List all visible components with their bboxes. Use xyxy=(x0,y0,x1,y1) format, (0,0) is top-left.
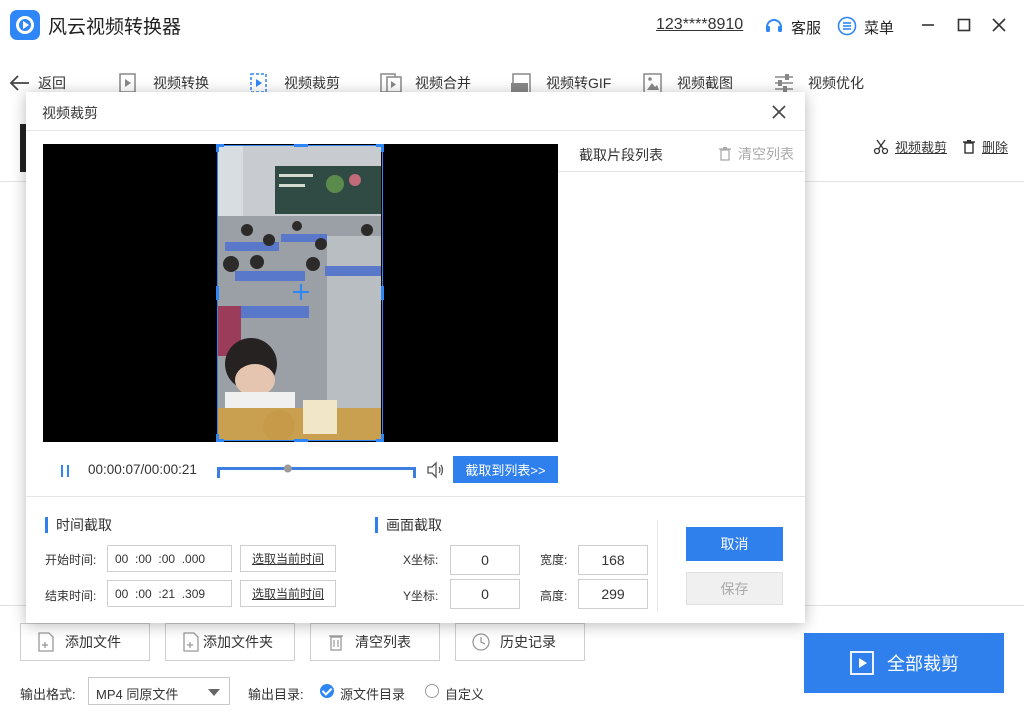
tool-label: 视频优化 xyxy=(808,75,864,91)
add-to-list-button[interactable]: 截取到列表>> xyxy=(453,456,558,483)
width-input[interactable]: 168 xyxy=(578,545,648,575)
height-input[interactable]: 299 xyxy=(578,579,648,609)
trash-icon xyxy=(719,147,731,161)
height-label: 高度: xyxy=(540,589,568,603)
clear-clip-list-label: 清空列表 xyxy=(738,146,794,162)
timeline-start-handle[interactable] xyxy=(217,467,220,478)
clock-icon xyxy=(472,633,490,651)
custom-dir-radio[interactable] xyxy=(425,684,439,698)
tool-label: 视频转GIF xyxy=(546,75,612,91)
custom-dir-label[interactable]: 自定义 xyxy=(445,684,484,703)
back-label: 返回 xyxy=(38,75,66,91)
x-coord-label: X坐标: xyxy=(403,553,439,567)
start-use-current-button[interactable]: 选取当前时间 xyxy=(240,545,336,572)
crop-handle[interactable] xyxy=(381,286,384,300)
menu-button[interactable]: 菜单 xyxy=(864,17,894,38)
start-time-input[interactable]: 00 :00 :00 .000 xyxy=(107,545,232,572)
cancel-button[interactable]: 取消 xyxy=(686,527,783,561)
add-folder-label: 添加文件夹 xyxy=(203,634,273,650)
playhead-handle[interactable] xyxy=(283,464,292,473)
crop-all-button[interactable]: 全部裁剪 xyxy=(804,633,1004,693)
dialog-title: 视频裁剪 xyxy=(42,105,98,121)
video-preview[interactable] xyxy=(43,144,558,442)
history-label: 历史记录 xyxy=(500,634,556,650)
app-logo-icon xyxy=(10,10,40,40)
chevron-down-icon xyxy=(208,689,220,696)
menu-icon[interactable] xyxy=(837,16,857,36)
time-section-title: 时间截取 xyxy=(45,517,112,533)
volume-icon[interactable] xyxy=(426,461,445,479)
add-folder-button[interactable]: 添加文件夹 xyxy=(165,623,295,661)
trash-icon xyxy=(329,635,343,651)
end-time-input[interactable]: 00 :00 :21 .309 xyxy=(107,580,232,607)
save-button[interactable]: 保存 xyxy=(686,572,783,605)
crop-handle[interactable] xyxy=(294,144,308,147)
pause-icon[interactable] xyxy=(59,464,71,478)
tool-label: 视频截图 xyxy=(677,75,733,91)
trash-icon xyxy=(963,139,975,154)
timeline-slider[interactable] xyxy=(217,462,416,486)
action-divider xyxy=(657,520,658,612)
maximize-icon[interactable] xyxy=(953,14,975,36)
add-file-icon xyxy=(38,632,54,652)
settings-divider xyxy=(26,496,805,497)
add-file-label: 添加文件 xyxy=(65,634,121,650)
timeline-end-handle[interactable] xyxy=(413,467,416,478)
crop-handle[interactable] xyxy=(376,144,384,152)
tool-label: 视频合并 xyxy=(415,75,471,91)
dialog-divider xyxy=(26,130,805,131)
crop-center-mark xyxy=(293,291,309,293)
add-folder-icon xyxy=(183,632,199,652)
row-crop-label: 视频裁剪 xyxy=(895,140,948,155)
crop-handle[interactable] xyxy=(294,439,308,442)
width-label: 宽度: xyxy=(540,553,568,567)
clear-list-label: 清空列表 xyxy=(355,634,411,650)
row-delete-label: 删除 xyxy=(982,140,1009,155)
crop-all-label: 全部裁剪 xyxy=(887,654,959,674)
y-coord-input[interactable]: 0 xyxy=(450,579,520,609)
title-bar: 风云视频转换器 123****8910 客服 菜单 xyxy=(0,0,1024,52)
crop-handle[interactable] xyxy=(216,286,219,300)
crop-handle[interactable] xyxy=(216,144,224,152)
crop-handle[interactable] xyxy=(376,434,384,442)
tool-label: 视频裁剪 xyxy=(284,75,340,91)
tool-label: 视频转换 xyxy=(153,75,209,91)
minimize-icon[interactable] xyxy=(917,14,939,36)
start-time-label: 开始时间: xyxy=(45,553,97,567)
customer-service-button[interactable]: 客服 xyxy=(791,17,821,38)
clip-list-divider xyxy=(558,171,805,172)
output-format-value: MP4 同原文件 xyxy=(96,687,179,702)
scissors-icon xyxy=(873,139,889,154)
crop-selection-box[interactable] xyxy=(216,144,384,442)
clear-clip-list-button[interactable]: 清空列表 xyxy=(718,144,794,164)
close-window-icon[interactable] xyxy=(988,14,1010,36)
crop-handle[interactable] xyxy=(216,434,224,442)
source-dir-radio[interactable] xyxy=(320,684,334,698)
end-use-current-button[interactable]: 选取当前时间 xyxy=(240,580,336,607)
headset-icon[interactable] xyxy=(764,16,784,36)
playback-time: 00:00:07/00:00:21 xyxy=(88,462,197,477)
row-crop-link[interactable]: 视频裁剪 xyxy=(873,137,947,156)
source-dir-label[interactable]: 源文件目录 xyxy=(340,684,405,703)
y-coord-label: Y坐标: xyxy=(403,589,439,603)
frame-section-title: 画面截取 xyxy=(375,517,442,533)
output-format-select[interactable]: MP4 同原文件 xyxy=(88,677,230,705)
x-coord-input[interactable]: 0 xyxy=(450,545,520,575)
clip-list-title: 截取片段列表 xyxy=(579,147,663,163)
video-crop-dialog: 视频裁剪 截取片段列表 清空列表 00:00:07/00:00:21 截取到列表… xyxy=(26,92,805,623)
close-icon[interactable] xyxy=(770,103,788,121)
app-title: 风云视频转换器 xyxy=(48,17,182,38)
clear-list-button[interactable]: 清空列表 xyxy=(310,623,440,661)
history-button[interactable]: 历史记录 xyxy=(455,623,585,661)
timeline-track xyxy=(217,467,416,470)
row-delete-link[interactable]: 删除 xyxy=(962,137,1008,156)
add-file-button[interactable]: 添加文件 xyxy=(20,623,150,661)
end-time-label: 结束时间: xyxy=(45,589,97,603)
user-account-link[interactable]: 123****8910 xyxy=(656,16,743,34)
output-format-label: 输出格式: xyxy=(20,687,76,702)
play-icon xyxy=(850,651,874,675)
output-dir-label: 输出目录: xyxy=(248,687,304,702)
